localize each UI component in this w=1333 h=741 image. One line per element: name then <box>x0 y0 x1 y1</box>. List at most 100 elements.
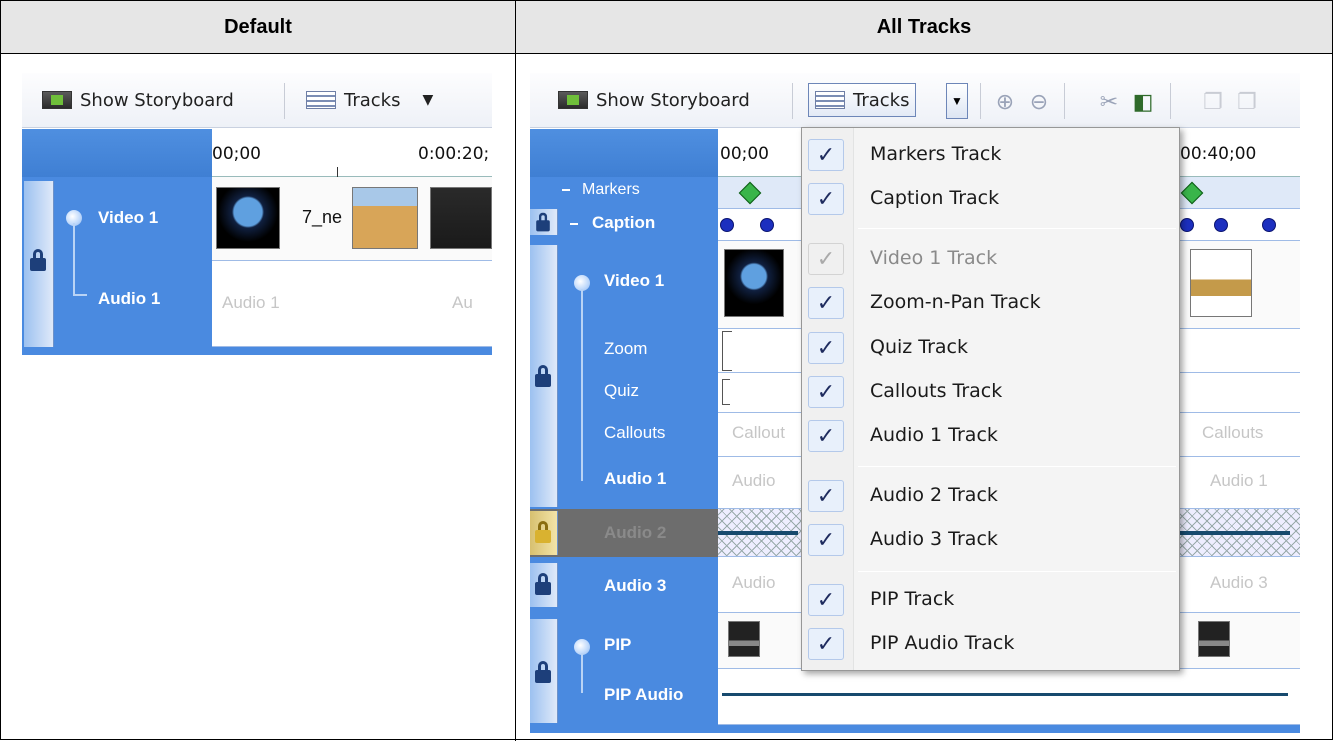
track-label-video1[interactable]: Video 1 <box>604 271 664 291</box>
menu-item-label: Caption Track <box>870 187 1000 209</box>
track-label-callouts[interactable]: Callouts <box>604 423 665 443</box>
marker-icon[interactable] <box>738 181 762 205</box>
audio1-placeholder: Audio <box>732 471 776 490</box>
track-label-caption[interactable]: Caption <box>592 213 655 233</box>
track-label-pip[interactable]: PIP <box>604 635 631 655</box>
track-label-pip-audio[interactable]: PIP Audio <box>604 685 683 705</box>
clip-thumbnail[interactable] <box>1198 621 1230 657</box>
track-label-audio1[interactable]: Audio 1 <box>98 289 160 309</box>
clip-thumbnail[interactable] <box>352 187 418 249</box>
audio1-placeholder: Audio 1 <box>1210 471 1268 490</box>
audio2-lock[interactable] <box>530 511 558 555</box>
caption-point-icon[interactable] <box>760 218 774 232</box>
clip-thumbnail[interactable] <box>728 621 760 657</box>
timeline-toolbar: Show Storyboard Tracks ▼ ⊕ ⊖ ✂ ◧ ❐ ❐ <box>530 73 1300 128</box>
track-label-video1[interactable]: Video 1 <box>98 208 158 228</box>
tracks-icon <box>306 91 336 109</box>
paste-icon[interactable]: ❐ <box>1234 89 1260 115</box>
clip-thumbnail[interactable] <box>430 187 492 249</box>
audio-waveform <box>718 531 798 535</box>
tracks-icon <box>815 91 845 109</box>
toolbar-separator <box>980 83 981 119</box>
clip-thumbnail[interactable] <box>724 249 784 317</box>
track-group-line <box>73 223 75 295</box>
copy-icon[interactable]: ❐ <box>1200 89 1226 115</box>
menu-item-zoom-n-pan-track[interactable]: ✓ Zoom-n-Pan Track <box>802 284 1179 324</box>
menu-item-audio2-track[interactable]: ✓ Audio 2 Track <box>802 477 1179 517</box>
audio3-placeholder: Audio 3 <box>1210 573 1268 592</box>
caption-lock[interactable] <box>530 209 558 235</box>
default-timeline-panel: Show Storyboard Tracks ▼ 00;00 0:00:20; … <box>22 73 492 355</box>
audio1-track-row[interactable]: Audio 1 Au <box>212 261 492 347</box>
track-label-zoom[interactable]: Zoom <box>604 339 647 359</box>
split-icon[interactable]: ◧ <box>1130 89 1156 115</box>
cut-icon[interactable]: ✂ <box>1096 89 1122 115</box>
ruler-tick <box>337 167 338 177</box>
check-icon: ✓ <box>808 332 844 364</box>
unlock-icon <box>535 661 551 683</box>
ruler-time-start: 00;00 <box>720 144 769 164</box>
track-label-audio2[interactable]: Audio 2 <box>604 523 666 543</box>
track-dash <box>570 223 578 225</box>
audio-waveform <box>1180 531 1290 535</box>
caption-point-icon[interactable] <box>1262 218 1276 232</box>
check-icon: ✓ <box>808 139 844 171</box>
menu-item-markers-track[interactable]: ✓ Markers Track <box>802 136 1179 176</box>
toolbar-separator <box>792 83 793 119</box>
menu-item-audio1-track[interactable]: ✓ Audio 1 Track <box>802 417 1179 457</box>
caption-point-icon[interactable] <box>1214 218 1228 232</box>
check-icon: ✓ <box>808 183 844 215</box>
toolbar-separator <box>284 83 285 119</box>
column-header-default: Default <box>1 1 515 54</box>
menu-item-video1-track: ✓ Video 1 Track <box>802 240 1179 280</box>
unlock-icon <box>30 249 46 271</box>
toolbar-separator <box>1170 83 1171 119</box>
tracks-button[interactable]: Tracks ▼ <box>300 83 439 117</box>
track-label-markers[interactable]: Markers <box>582 181 640 199</box>
menu-item-pip-track[interactable]: ✓ PIP Track <box>802 581 1179 621</box>
track-group-branch <box>73 294 87 296</box>
check-icon: ✓ <box>808 420 844 452</box>
track-group-lock[interactable] <box>24 181 54 351</box>
menu-item-label: Audio 1 Track <box>870 424 998 446</box>
menu-item-quiz-track[interactable]: ✓ Quiz Track <box>802 329 1179 369</box>
menu-item-pip-audio-track[interactable]: ✓ PIP Audio Track <box>802 625 1179 665</box>
ruler-scale: 00;00 0:00:20; <box>212 129 492 177</box>
audio3-lock[interactable] <box>530 563 558 607</box>
show-storyboard-button[interactable]: Show Storyboard <box>36 83 240 117</box>
track-label-audio1[interactable]: Audio 1 <box>604 469 666 489</box>
zoom-in-icon[interactable]: ⊕ <box>992 89 1018 115</box>
menu-item-label: Audio 3 Track <box>870 528 998 550</box>
menu-item-caption-track[interactable]: ✓ Caption Track <box>802 180 1179 220</box>
clip-thumbnail[interactable] <box>216 187 280 249</box>
ruler-time-mark: 0:00:20; <box>418 144 490 164</box>
tracks-dropdown-toggle[interactable]: ▼ <box>946 83 968 119</box>
track-label-audio3[interactable]: Audio 3 <box>604 576 666 596</box>
check-icon: ✓ <box>808 584 844 616</box>
marker-icon[interactable] <box>1180 181 1204 205</box>
zoom-out-icon[interactable]: ⊖ <box>1026 89 1052 115</box>
menu-item-label: Audio 2 Track <box>870 484 998 506</box>
track-dash <box>562 189 570 191</box>
pip-group-lock[interactable] <box>530 619 558 723</box>
clip-thumbnail[interactable] <box>1190 249 1252 317</box>
menu-item-label: Zoom-n-Pan Track <box>870 291 1041 313</box>
storyboard-icon <box>558 91 588 109</box>
check-icon: ✓ <box>808 243 844 275</box>
menu-item-label: PIP Audio Track <box>870 632 1015 654</box>
column-divider <box>515 1 516 741</box>
pip-audio-track-row[interactable] <box>718 669 1300 725</box>
track-label-quiz[interactable]: Quiz <box>604 381 639 401</box>
chevron-down-icon[interactable]: ▼ <box>422 92 433 108</box>
show-storyboard-label: Show Storyboard <box>80 89 234 111</box>
storyboard-icon <box>42 91 72 109</box>
check-icon: ✓ <box>808 287 844 319</box>
show-storyboard-button[interactable]: Show Storyboard <box>552 83 756 117</box>
tracks-button[interactable]: Tracks <box>808 83 917 117</box>
caption-point-icon[interactable] <box>720 218 734 232</box>
video-group-lock[interactable] <box>530 245 558 507</box>
caption-point-icon[interactable] <box>1180 218 1194 232</box>
menu-item-callouts-track[interactable]: ✓ Callouts Track <box>802 373 1179 413</box>
menu-item-audio3-track[interactable]: ✓ Audio 3 Track <box>802 521 1179 561</box>
video1-track-row[interactable]: 7_ne <box>212 177 492 261</box>
